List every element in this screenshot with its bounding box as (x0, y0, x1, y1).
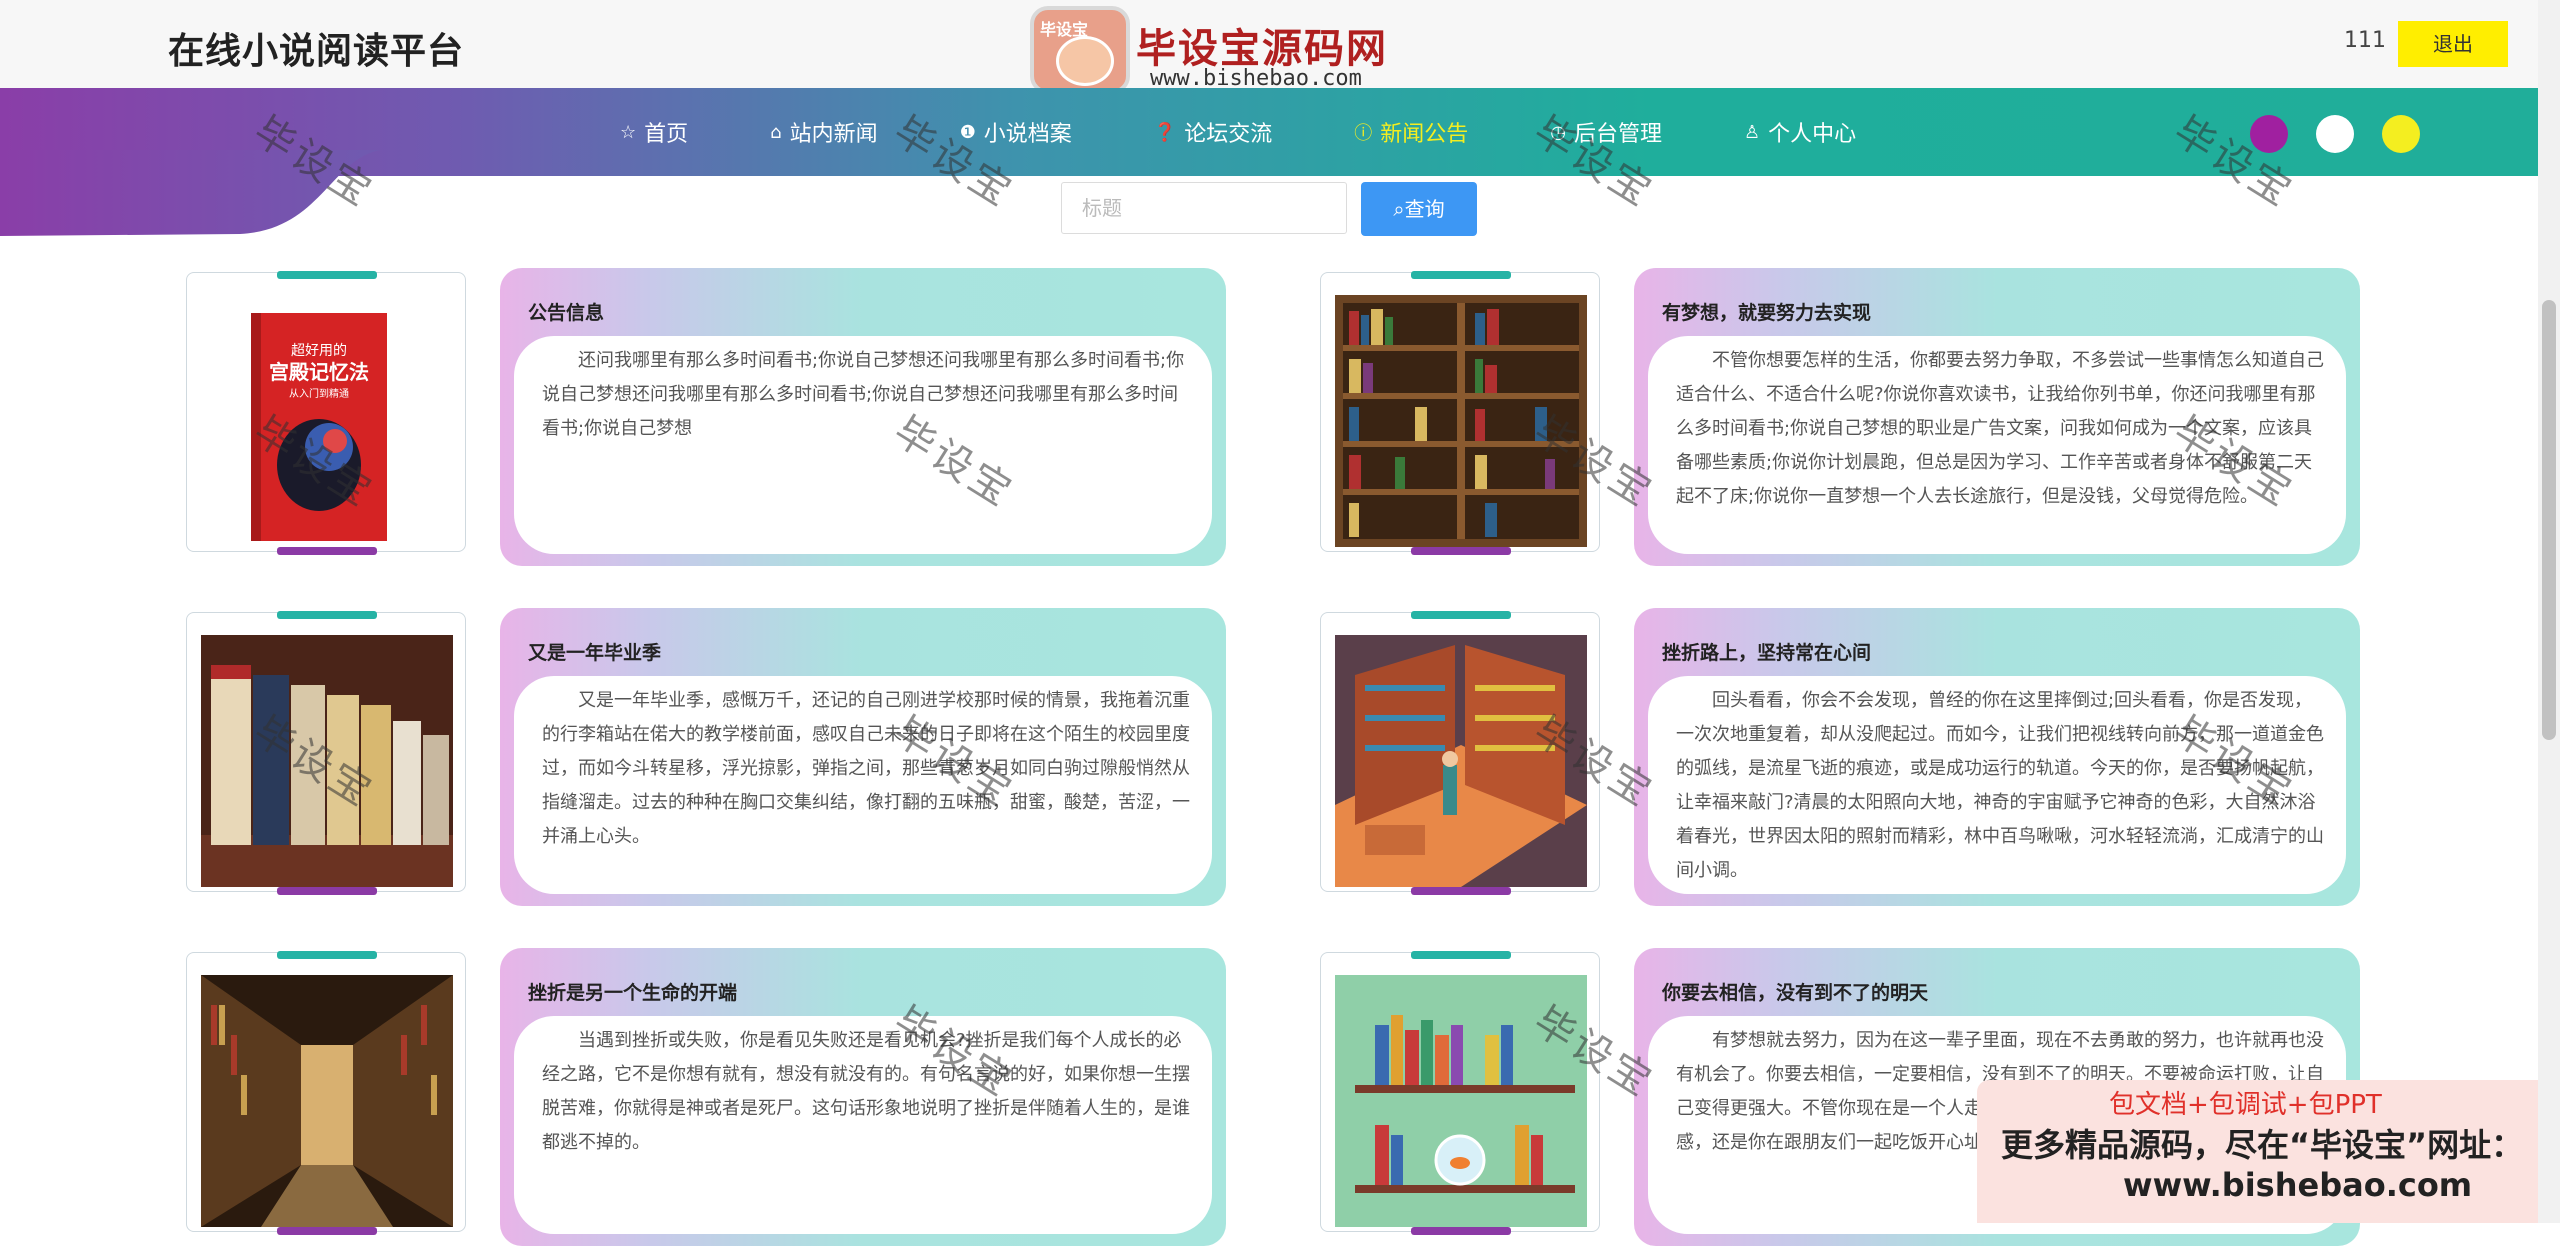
theme-dot-yellow[interactable] (2382, 115, 2420, 153)
nav-item-home[interactable]: ☆ 首页 (620, 116, 688, 148)
book-boxes-image (201, 635, 453, 887)
nav-item-admin[interactable]: ◷ 后台管理 (1550, 116, 1662, 148)
announcement-card[interactable]: 公告信息 还问我哪里有那么多时间看书;你说自己梦想还问我哪里有那么多时间看书;你… (500, 268, 1226, 566)
star-icon: ☆ (620, 121, 637, 143)
user-icon: ♙ (1743, 121, 1761, 143)
svg-text:宫殿记忆法: 宫殿记忆法 (269, 360, 369, 384)
announcement-content: 回头看看，你会不会发现，曾经的你在这里摔倒过;回头看看，你是否发现，一次次地重复… (1648, 676, 2346, 894)
site-title[interactable]: 在线小说阅读平台 (168, 22, 464, 74)
announcement-image-card[interactable] (1320, 611, 1600, 895)
announcement-image-card[interactable] (1320, 271, 1600, 555)
username-label: 111 (2344, 28, 2386, 53)
nav-decor-curve (0, 150, 380, 236)
title-search-input[interactable] (1061, 182, 1347, 234)
announcement-content: 不管你想要怎样的生活，你都要去努力争取，不多尝试一些事情怎么知道自己适合什么、不… (1648, 336, 2346, 554)
library-illustration-image (1335, 635, 1587, 887)
clock-icon: ◷ (1550, 121, 1566, 143)
announcement-title[interactable]: 挫折路上，坚持常在心间 (1662, 638, 1871, 665)
watermark-badge-icon: 毕设宝 (1030, 6, 1130, 94)
book-cover-image: 超好用的 宫殿记忆法 从入门到精通 (201, 295, 453, 547)
nav-item-profile[interactable]: ♙ 个人中心 (1744, 116, 1856, 148)
announcement-card[interactable]: 有梦想，就要努力去实现 不管你想要怎样的生活，你都要去努力争取，不多尝试一些事情… (1634, 268, 2360, 566)
page-scrollbar[interactable] (2538, 0, 2560, 1223)
search-button[interactable]: ⌕查询 (1361, 182, 1477, 236)
announcement-title[interactable]: 你要去相信，没有到不了的明天 (1662, 978, 1928, 1005)
info-icon: ⓘ (1354, 123, 1373, 144)
question-icon: ❓ (1153, 121, 1177, 143)
nav-item-announcements[interactable]: ⓘ 新闻公告 (1354, 116, 1468, 148)
nav-item-forum[interactable]: ❓ 论坛交流 (1154, 116, 1272, 148)
scrollbar-thumb[interactable] (2542, 300, 2556, 740)
theme-dot-white[interactable] (2316, 115, 2354, 153)
shelves-goldfish-image (1335, 975, 1587, 1227)
announcement-card[interactable]: 挫折是另一个生命的开端 当遇到挫折或失败，你是看见失败还是看见机会?挫折是我们每… (500, 948, 1226, 1246)
library-aisle-image (201, 975, 453, 1227)
announcement-card[interactable]: 又是一年毕业季 又是一年毕业季，感慨万千，还记的自己刚进学校那时候的情景，我拖着… (500, 608, 1226, 906)
announcement-image-card[interactable] (1320, 951, 1600, 1235)
svg-text:超好用的: 超好用的 (291, 343, 347, 359)
announcement-content: 又是一年毕业季，感慨万千，还记的自己刚进学校那时候的情景，我拖着沉重的行李箱站在… (514, 676, 1212, 894)
info-icon: ❶ (959, 121, 976, 143)
theme-dot-purple[interactable] (2250, 115, 2288, 153)
announcement-title[interactable]: 挫折是另一个生命的开端 (528, 978, 737, 1005)
main-nav: ☆ 首页 ⌂ 站内新闻 ❶ 小说档案 ❓ 论坛交流 ⓘ 新闻公告 ◷ 后台管理 … (620, 88, 1938, 176)
bag-icon: ⌂ (770, 121, 782, 143)
announcement-card[interactable]: 挫折路上，坚持常在心间 回头看看，你会不会发现，曾经的你在这里摔倒过;回头看看，… (1634, 608, 2360, 906)
announcement-content: 还问我哪里有那么多时间看书;你说自己梦想还问我哪里有那么多时间看书;你说自己梦想… (514, 336, 1212, 554)
nav-item-news[interactable]: ⌂ 站内新闻 (770, 116, 877, 148)
promo-line-2: 更多精品源码，尽在“毕设宝”网址： (2001, 1126, 2524, 1164)
announcement-image-card[interactable] (186, 951, 466, 1235)
announcement-image-card[interactable]: 超好用的 宫殿记忆法 从入门到精通 (186, 271, 466, 555)
announcement-title[interactable]: 又是一年毕业季 (528, 638, 661, 665)
logout-button[interactable]: 退出 (2398, 21, 2508, 67)
announcement-title[interactable]: 有梦想，就要努力去实现 (1662, 298, 1871, 325)
search-icon: ⌕ (1393, 197, 1405, 221)
announcement-title[interactable]: 公告信息 (528, 298, 604, 325)
announcement-content: 当遇到挫折或失败，你是看见失败还是看见机会?挫折是我们每个人成长的必经之路，它不… (514, 1016, 1212, 1234)
svg-text:从入门到精通: 从入门到精通 (289, 387, 349, 400)
bookshelf-image (1335, 295, 1587, 547)
announcement-image-card[interactable] (186, 611, 466, 895)
promo-line-1: 包文档+包调试+包PPT (2109, 1090, 2382, 1120)
promo-url[interactable]: www.bishebao.com (2123, 1166, 2472, 1204)
promo-banner[interactable]: 包文档+包调试+包PPT 更多精品源码，尽在“毕设宝”网址： www.bishe… (1977, 1080, 2560, 1223)
nav-item-novels[interactable]: ❶ 小说档案 (960, 116, 1072, 148)
